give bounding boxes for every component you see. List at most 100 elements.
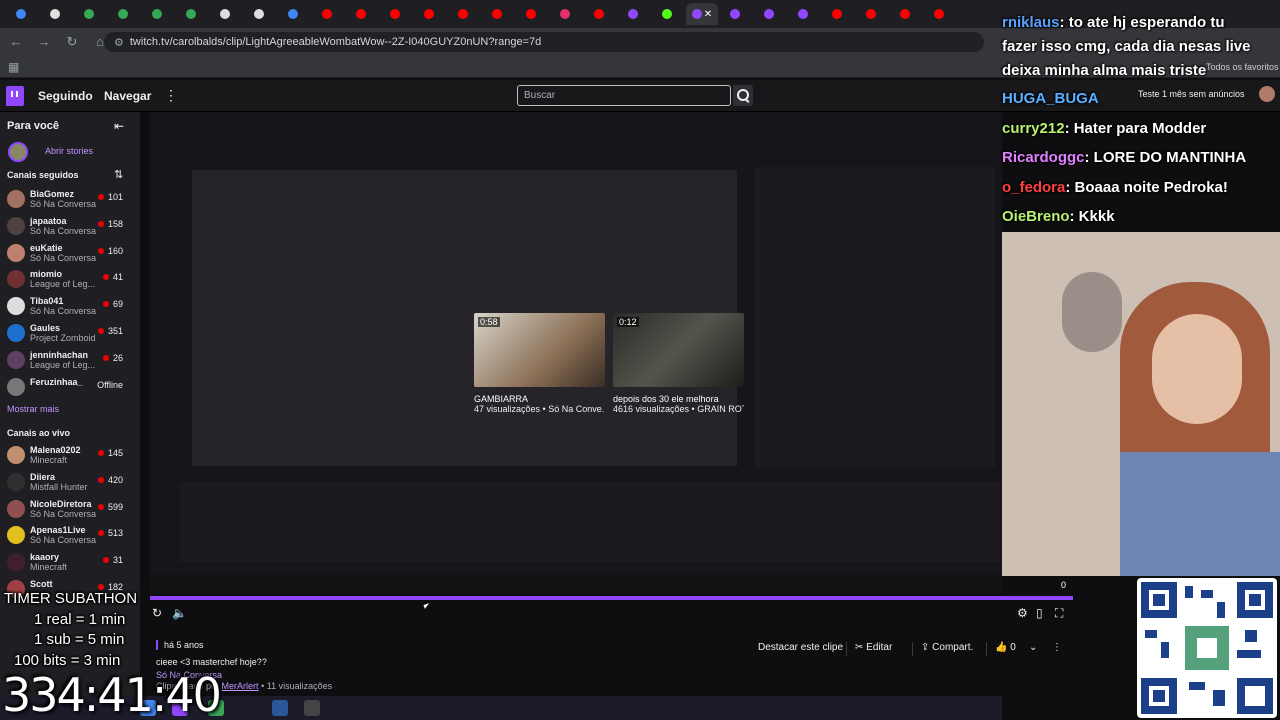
viewer-count: 599 (98, 502, 123, 512)
sidebar-channel[interactable]: Diiera Mistfall Hunter 420 (0, 469, 140, 495)
like-count: 0 (1010, 642, 1016, 653)
recommended-clip[interactable]: 0:58 GAMBIARRA 47 visualizações • Só Na … (474, 313, 605, 414)
screen: ✕ ← → ↻ ⌂ ⚙ twitch.tv/carolbalds/clip/Li… (0, 0, 1280, 720)
clip-thumbnail[interactable]: 0:58 (474, 313, 605, 387)
browser-tab[interactable] (652, 3, 684, 25)
open-stories-link[interactable]: Abrir stories (45, 146, 93, 156)
chat-username: OieBreno (1002, 208, 1070, 225)
settings-gear-icon[interactable]: ⚙ (1017, 606, 1028, 620)
browser-tab[interactable] (618, 3, 650, 25)
clip-progress-bar[interactable] (150, 596, 1073, 600)
sidebar-channel[interactable]: miomio League of Leg... 41 (0, 266, 140, 292)
creator-link[interactable]: MerArlert (222, 681, 259, 691)
browser-tab[interactable] (754, 3, 786, 25)
sidebar-channel[interactable]: NicoleDiretora Só Na Conversa 599 (0, 496, 140, 522)
chevron-down-icon[interactable]: ⌄ (1029, 642, 1037, 656)
chat-username: o_fedora (1002, 179, 1066, 196)
collapse-sidebar-icon[interactable]: ⇤ (114, 119, 124, 133)
channel-name: Gaules (30, 323, 61, 333)
sidebar-channel[interactable]: japaatoa Só Na Conversa 158 (0, 213, 140, 239)
viewer-count: 69 (103, 299, 123, 309)
back-icon[interactable]: ← (8, 34, 24, 50)
reload-icon[interactable]: ↻ (64, 34, 80, 50)
nav-following[interactable]: Seguindo (38, 89, 93, 103)
timer-rule: 1 real = 1 min (34, 611, 126, 628)
browser-tab[interactable] (482, 3, 514, 25)
nav-browse[interactable]: Navegar (104, 89, 151, 103)
search-button[interactable] (733, 85, 753, 106)
browser-tab[interactable] (74, 3, 106, 25)
obs-app-icon[interactable] (304, 700, 320, 716)
browser-tab[interactable] (380, 3, 412, 25)
browser-tab[interactable] (210, 3, 242, 25)
chat-username: rniklaus (1002, 14, 1060, 31)
twitch-logo-icon[interactable] (6, 86, 24, 106)
like-button[interactable]: 👍 0 (986, 642, 1016, 656)
browser-tab[interactable] (142, 3, 174, 25)
highlight-clip-button[interactable]: Destacar este clipe (758, 642, 843, 656)
browser-tab[interactable] (788, 3, 820, 25)
address-bar[interactable]: ⚙ twitch.tv/carolbalds/clip/LightAgreeab… (104, 32, 984, 52)
video-stats-strip (180, 482, 1000, 562)
recommended-clip[interactable]: 0:12 depois dos 30 ele melhora 4616 visu… (613, 313, 744, 414)
more-options-icon[interactable]: ⋮ (164, 87, 178, 104)
browser-tab[interactable] (720, 3, 752, 25)
browser-tab[interactable] (856, 3, 888, 25)
chat-username: HUGA_BUGA (1002, 90, 1099, 107)
sidebar-channel[interactable]: Feruzinhaa_ Offline (0, 374, 140, 400)
browser-tab[interactable] (346, 3, 378, 25)
browser-tab[interactable] (414, 3, 446, 25)
chat-message: OieBreno: Kkkk (1002, 208, 1115, 225)
apps-grid-icon[interactable]: ▦ (8, 60, 19, 74)
browser-tab[interactable] (516, 3, 548, 25)
show-more-link[interactable]: Mostrar mais (7, 404, 59, 414)
more-actions-icon[interactable]: ⋮ (1052, 642, 1062, 656)
browser-tab[interactable] (924, 3, 956, 25)
browser-tab[interactable] (550, 3, 582, 25)
share-button[interactable]: ⇪ Compart. (912, 642, 973, 656)
sidebar-channel[interactable]: Apenas1Live Só Na Conversa 513 (0, 522, 140, 548)
word-app-icon[interactable] (272, 700, 288, 716)
sidebar-channel[interactable]: BiaGomez Só Na Conversa 101 (0, 186, 140, 212)
clip-title[interactable]: depois dos 30 ele melhora (613, 394, 744, 404)
edit-button[interactable]: ✂ Editar (846, 642, 892, 656)
forward-icon[interactable]: → (36, 34, 52, 50)
stories-avatar[interactable] (8, 142, 28, 162)
channel-name: kaaory (30, 552, 60, 563)
chat-message: Ricardoggc: LORE DO MANTINHA (1002, 149, 1246, 166)
live-channels-heading: Canais ao vivo (7, 428, 71, 438)
browser-tab[interactable] (584, 3, 616, 25)
sidebar-channel[interactable]: Malena0202 Minecraft 145 (0, 442, 140, 468)
site-info-icon[interactable]: ⚙ (114, 36, 124, 49)
clip-thumbnail[interactable]: 0:12 (613, 313, 744, 387)
sort-icon[interactable]: ⇅ (114, 168, 123, 181)
theatre-mode-icon[interactable]: ▯ (1036, 606, 1043, 620)
sidebar-channel[interactable]: Tiba041 Só Na Conversa 69 (0, 293, 140, 319)
sidebar-channel[interactable]: jenninhachan League of Leg... 26 (0, 347, 140, 373)
viewer-count: 101 (98, 192, 123, 202)
channel-name: jenninhachan (30, 349, 89, 360)
browser-tab[interactable] (108, 3, 140, 25)
browser-tab-active[interactable]: ✕ (686, 3, 718, 25)
fullscreen-icon[interactable]: ⛶ (1055, 606, 1063, 621)
browser-tab[interactable] (176, 3, 208, 25)
browser-tab[interactable] (40, 3, 72, 25)
sidebar-channel[interactable]: kaaory Minecraft 31 (0, 549, 140, 575)
browser-tab[interactable] (822, 3, 854, 25)
sidebar-channel[interactable]: Gaules Project Zomboid 351 (0, 320, 140, 346)
browser-tab[interactable] (312, 3, 344, 25)
volume-icon[interactable]: 🔈 (172, 606, 187, 620)
browser-tab[interactable] (448, 3, 480, 25)
browser-tab[interactable] (244, 3, 276, 25)
progress-count: 0 (1061, 580, 1067, 590)
share-label: Compart. (932, 642, 974, 653)
channel-name: japaatoa (30, 215, 67, 226)
browser-tab[interactable] (6, 3, 38, 25)
clip-title[interactable]: GAMBIARRA (474, 394, 605, 404)
channel-avatar (7, 324, 25, 342)
chat-username: Ricardoggc (1002, 149, 1085, 166)
browser-tab[interactable] (278, 3, 310, 25)
browser-tab[interactable] (890, 3, 922, 25)
sidebar-channel[interactable]: euKatie Só Na Conversa 160 (0, 240, 140, 266)
search-input[interactable]: Buscar (517, 85, 731, 106)
